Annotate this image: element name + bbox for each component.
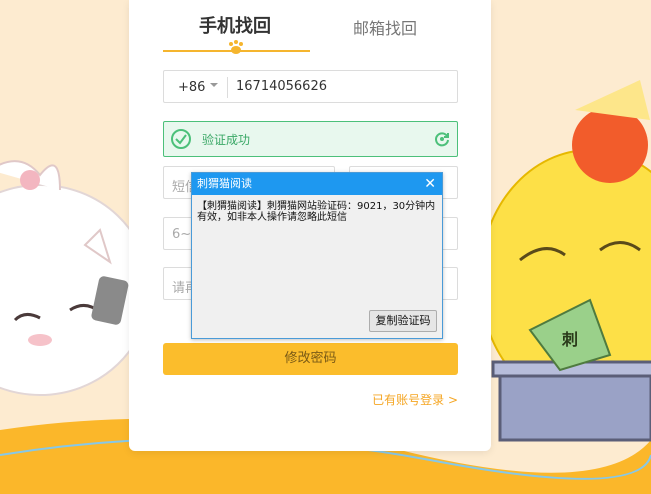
country-code-select[interactable]: +86 — [178, 80, 205, 95]
phone-field: +86 — [163, 70, 458, 103]
dialog-titlebar[interactable]: 刺猬猫阅读 ✕ — [192, 173, 442, 195]
check-circle-icon — [171, 129, 191, 149]
copy-code-button[interactable]: 复制验证码 — [369, 310, 437, 332]
sms-notification-dialog: 刺猬猫阅读 ✕ 【刺猬猫阅读】刺猬猫网站验证码：9021，30分钟内有效，如非本… — [191, 172, 443, 339]
close-icon[interactable]: ✕ — [424, 173, 436, 195]
refresh-icon[interactable] — [433, 130, 451, 148]
phone-input[interactable] — [236, 71, 451, 102]
change-password-button[interactable]: 修改密码 — [163, 343, 458, 375]
chevron-down-icon[interactable] — [210, 83, 218, 87]
existing-account-login-link[interactable]: 已有账号登录 > — [372, 391, 458, 408]
divider — [227, 77, 228, 98]
dialog-title: 刺猬猫阅读 — [197, 177, 252, 190]
fan-text: 刺 — [561, 330, 578, 349]
captcha-status-text: 验证成功 — [202, 133, 251, 147]
captcha-verified-box: 验证成功 — [163, 121, 458, 157]
paw-icon — [229, 40, 243, 54]
tab-email-recovery[interactable]: 邮箱找回 — [353, 15, 417, 39]
dialog-message: 【刺猬猫阅读】刺猬猫网站验证码：9021，30分钟内有效，如非本人操作请忽略此短… — [197, 201, 436, 223]
tab-phone-recovery[interactable]: 手机找回 — [199, 12, 271, 38]
